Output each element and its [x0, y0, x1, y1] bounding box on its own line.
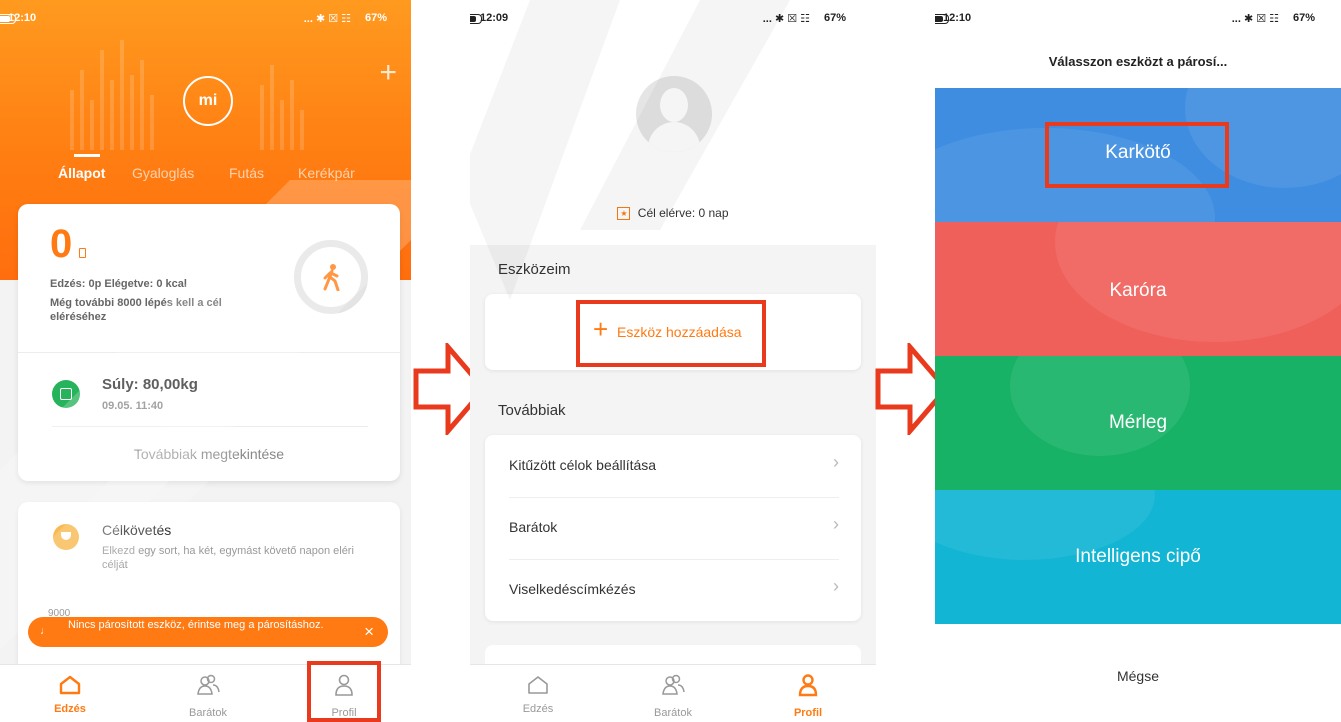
status-icons: ... ✱ ☒ ☷: [1231, 13, 1279, 25]
watermark-overlay: [0, 180, 411, 650]
option-smart-shoe[interactable]: Intelligens cipő: [935, 546, 1341, 568]
option-band[interactable]: Karóra: [935, 222, 1341, 356]
option-scale[interactable]: Mérleg: [935, 412, 1341, 434]
screen-workout: 12:10 ... ✱ ☒ ☷ 67% + mi Állapot Gyalogl…: [0, 0, 411, 722]
watermark-overlay: [470, 0, 790, 300]
option-decoration: [1010, 356, 1190, 456]
highlight-bracelet-option: [1045, 122, 1229, 188]
option-watch[interactable]: Karóra: [935, 280, 1341, 302]
status-bar: 12:10 ... ✱ ☒ ☷ 67%: [935, 0, 1341, 30]
option-band[interactable]: Mérleg: [935, 356, 1341, 490]
option-band[interactable]: Intelligens cipő: [935, 490, 1341, 624]
dialog-title: Válasszon eszközt a párosí...: [1048, 54, 1228, 69]
battery-percent: 67%: [1292, 12, 1315, 24]
screen-device-picker: 12:10 ... ✱ ☒ ☷ 67% Válasszon eszközt a …: [935, 0, 1341, 722]
screen-profile: 12:09 ... ✱ ☒ ☷ 67% ★ Cél elérve: 0 nap …: [470, 0, 876, 722]
cancel-button[interactable]: Mégse: [935, 668, 1341, 684]
battery-icon: [935, 14, 949, 25]
